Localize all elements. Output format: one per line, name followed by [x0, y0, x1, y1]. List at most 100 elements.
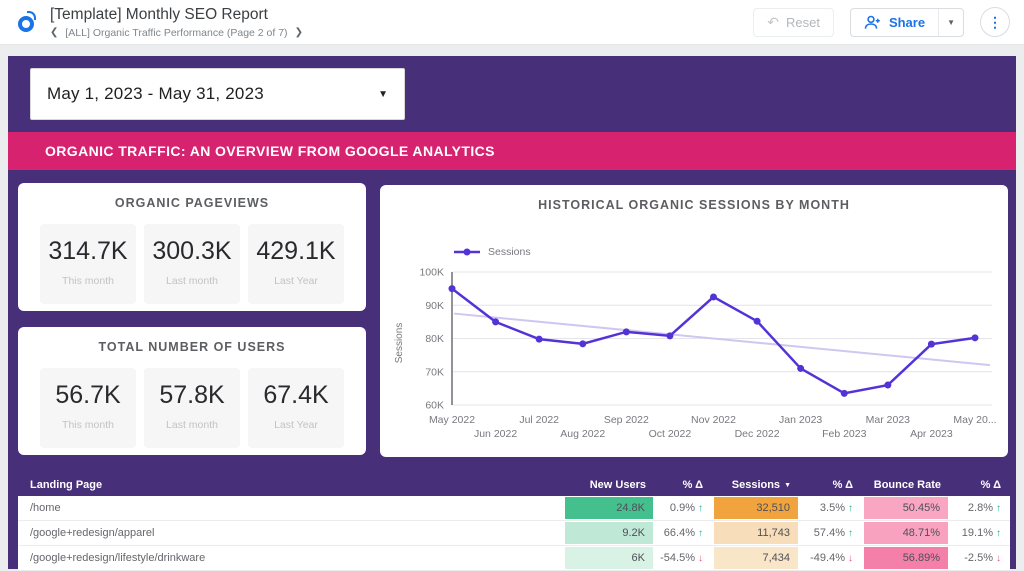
caret-down-icon: ▼ — [947, 18, 955, 27]
arrow-up-icon: ↑ — [996, 528, 1001, 539]
arrow-up-icon: ↑ — [698, 503, 703, 514]
breadcrumb-label: [ALL] Organic Traffic Performance (Page … — [65, 27, 287, 39]
data-point — [579, 340, 586, 347]
data-point — [972, 334, 979, 341]
x-tick-label: Jun 2022 — [474, 428, 517, 440]
organic-pageviews-card: ORGANIC PAGEVIEWS 314.7K This month 300.… — [18, 183, 366, 311]
x-tick-label: Sep 2022 — [604, 414, 649, 426]
column-header[interactable]: % Δ — [800, 479, 862, 491]
x-tick-label: Aug 2022 — [560, 428, 605, 440]
data-point — [623, 328, 630, 335]
table-body: /home24.8K0.9%↑32,5103.5%↑50.45%2.8%↑/go… — [18, 496, 1010, 571]
reset-button[interactable]: ↶ Reset — [753, 8, 834, 37]
new_users-cell: 9.2K — [563, 521, 655, 545]
score-label: This month — [40, 275, 136, 287]
data-point — [710, 293, 717, 300]
sessions_delta-cell: 3.5%↑ — [800, 496, 862, 520]
section-banner-title: ORGANIC TRAFFIC: AN OVERVIEW FROM GOOGLE… — [45, 143, 495, 159]
dropdown-caret-icon: ▼ — [378, 89, 388, 100]
looker-studio-logo-icon — [18, 16, 34, 32]
sessions-cell: 7,434 — [712, 546, 800, 570]
bounce_rate-cell: 48.71% — [862, 521, 950, 545]
landing-page-cell: /google+redesign/lifestyle/drinkware — [18, 546, 563, 570]
bounce_delta-cell: 2.8%↑ — [950, 496, 1010, 520]
chart-title: HISTORICAL ORGANIC SESSIONS BY MONTH — [380, 185, 1008, 212]
share-button-group: Share ▼ — [850, 8, 964, 37]
column-header[interactable]: New Users — [563, 479, 655, 491]
table-row[interactable]: /google+redesign/lifestyle/drinkware6K-5… — [18, 546, 1010, 571]
column-header[interactable]: % Δ — [655, 479, 712, 491]
scorecard-last-month: 300.3K Last month — [144, 224, 240, 304]
scorecard-last-year: 67.4K Last Year — [248, 368, 344, 448]
next-page-icon[interactable]: ❯ — [295, 27, 303, 38]
score-row: 56.7K This month 57.8K Last month 67.4K … — [18, 368, 366, 448]
score-value: 56.7K — [40, 381, 136, 410]
score-label: Last month — [144, 419, 240, 431]
column-header[interactable]: % Δ — [950, 479, 1010, 491]
data-point — [492, 318, 499, 325]
table-row[interactable]: /home24.8K0.9%↑32,5103.5%↑50.45%2.8%↑ — [18, 496, 1010, 521]
arrow-down-icon: ↓ — [698, 553, 703, 564]
date-range-value: May 1, 2023 - May 31, 2023 — [47, 84, 264, 104]
score-row: 314.7K This month 300.3K Last month 429.… — [18, 224, 366, 304]
column-header[interactable]: Sessions▼ — [712, 479, 800, 491]
sessions_delta-cell: -49.4%↓ — [800, 546, 862, 570]
chart-legend[interactable]: Sessions — [454, 246, 531, 258]
x-tick-label: Nov 2022 — [691, 414, 736, 426]
scorecard-last-month: 57.8K Last month — [144, 368, 240, 448]
bounce_delta-cell: 19.1%↑ — [950, 521, 1010, 545]
column-header[interactable]: Bounce Rate — [862, 479, 950, 491]
new_users-cell: 6K — [563, 546, 655, 570]
sessions-line-chart[interactable]: 60K70K80K90K100KSessionsMay 2022Jun 2022… — [388, 265, 1000, 449]
bounce_rate-cell: 56.89% — [862, 546, 950, 570]
top-actions: ↶ Reset Share ▼ ⋮ — [753, 7, 1010, 37]
arrow-down-icon: ↓ — [848, 553, 853, 564]
table-row[interactable]: /google+redesign/apparel9.2K66.4%↑11,743… — [18, 521, 1010, 546]
share-button[interactable]: Share — [851, 9, 938, 36]
card-title: TOTAL NUMBER OF USERS — [18, 327, 366, 354]
person-add-icon — [864, 15, 881, 30]
score-value: 429.1K — [248, 237, 344, 266]
x-tick-label: May 20... — [953, 414, 996, 426]
sessions-cell: 32,510 — [712, 496, 800, 520]
report-title-block: [Template] Monthly SEO Report ❮ [ALL] Or… — [50, 6, 303, 39]
more-options-button[interactable]: ⋮ — [980, 7, 1010, 37]
y-tick-label: 100K — [419, 267, 444, 279]
new_users-cell: 24.8K — [563, 496, 655, 520]
data-point — [754, 318, 761, 325]
trend-line — [454, 314, 990, 366]
scorecard-this-month: 56.7K This month — [40, 368, 136, 448]
prev-page-icon[interactable]: ❮ — [50, 27, 58, 38]
y-tick-label: 70K — [425, 366, 444, 378]
sort-caret-icon: ▼ — [784, 482, 791, 489]
legend-label: Sessions — [488, 246, 531, 258]
data-point — [666, 332, 673, 339]
score-value: 314.7K — [40, 237, 136, 266]
scorecard-this-month: 314.7K This month — [40, 224, 136, 304]
x-tick-label: Apr 2023 — [910, 428, 953, 440]
score-value: 300.3K — [144, 237, 240, 266]
section-banner: ORGANIC TRAFFIC: AN OVERVIEW FROM GOOGLE… — [8, 132, 1016, 170]
undo-icon: ↶ — [767, 17, 779, 27]
new_users_delta-cell: 0.9%↑ — [655, 496, 712, 520]
x-tick-label: Jan 2023 — [779, 414, 822, 426]
score-label: Last month — [144, 275, 240, 287]
kebab-menu-icon: ⋮ — [988, 14, 1002, 31]
landing-page-table: Landing PageNew Users% ΔSessions▼% ΔBoun… — [18, 474, 1010, 571]
x-tick-label: Oct 2022 — [649, 428, 692, 440]
share-dropdown-caret[interactable]: ▼ — [938, 9, 963, 36]
score-label: This month — [40, 419, 136, 431]
landing-page-cell: /home — [18, 496, 563, 520]
date-range-selector[interactable]: May 1, 2023 - May 31, 2023 ▼ — [30, 68, 405, 120]
x-tick-label: May 2022 — [429, 414, 475, 426]
score-label: Last Year — [248, 275, 344, 287]
x-tick-label: Dec 2022 — [735, 428, 780, 440]
page-title: [Template] Monthly SEO Report — [50, 6, 303, 24]
column-header[interactable]: Landing Page — [18, 479, 563, 491]
score-label: Last Year — [248, 419, 344, 431]
arrow-down-icon: ↓ — [996, 553, 1001, 564]
sessions-chart-card: HISTORICAL ORGANIC SESSIONS BY MONTH Ses… — [380, 185, 1008, 457]
score-value: 67.4K — [248, 381, 344, 410]
legend-line-icon — [454, 248, 480, 256]
top-bar: [Template] Monthly SEO Report ❮ [ALL] Or… — [0, 0, 1024, 45]
